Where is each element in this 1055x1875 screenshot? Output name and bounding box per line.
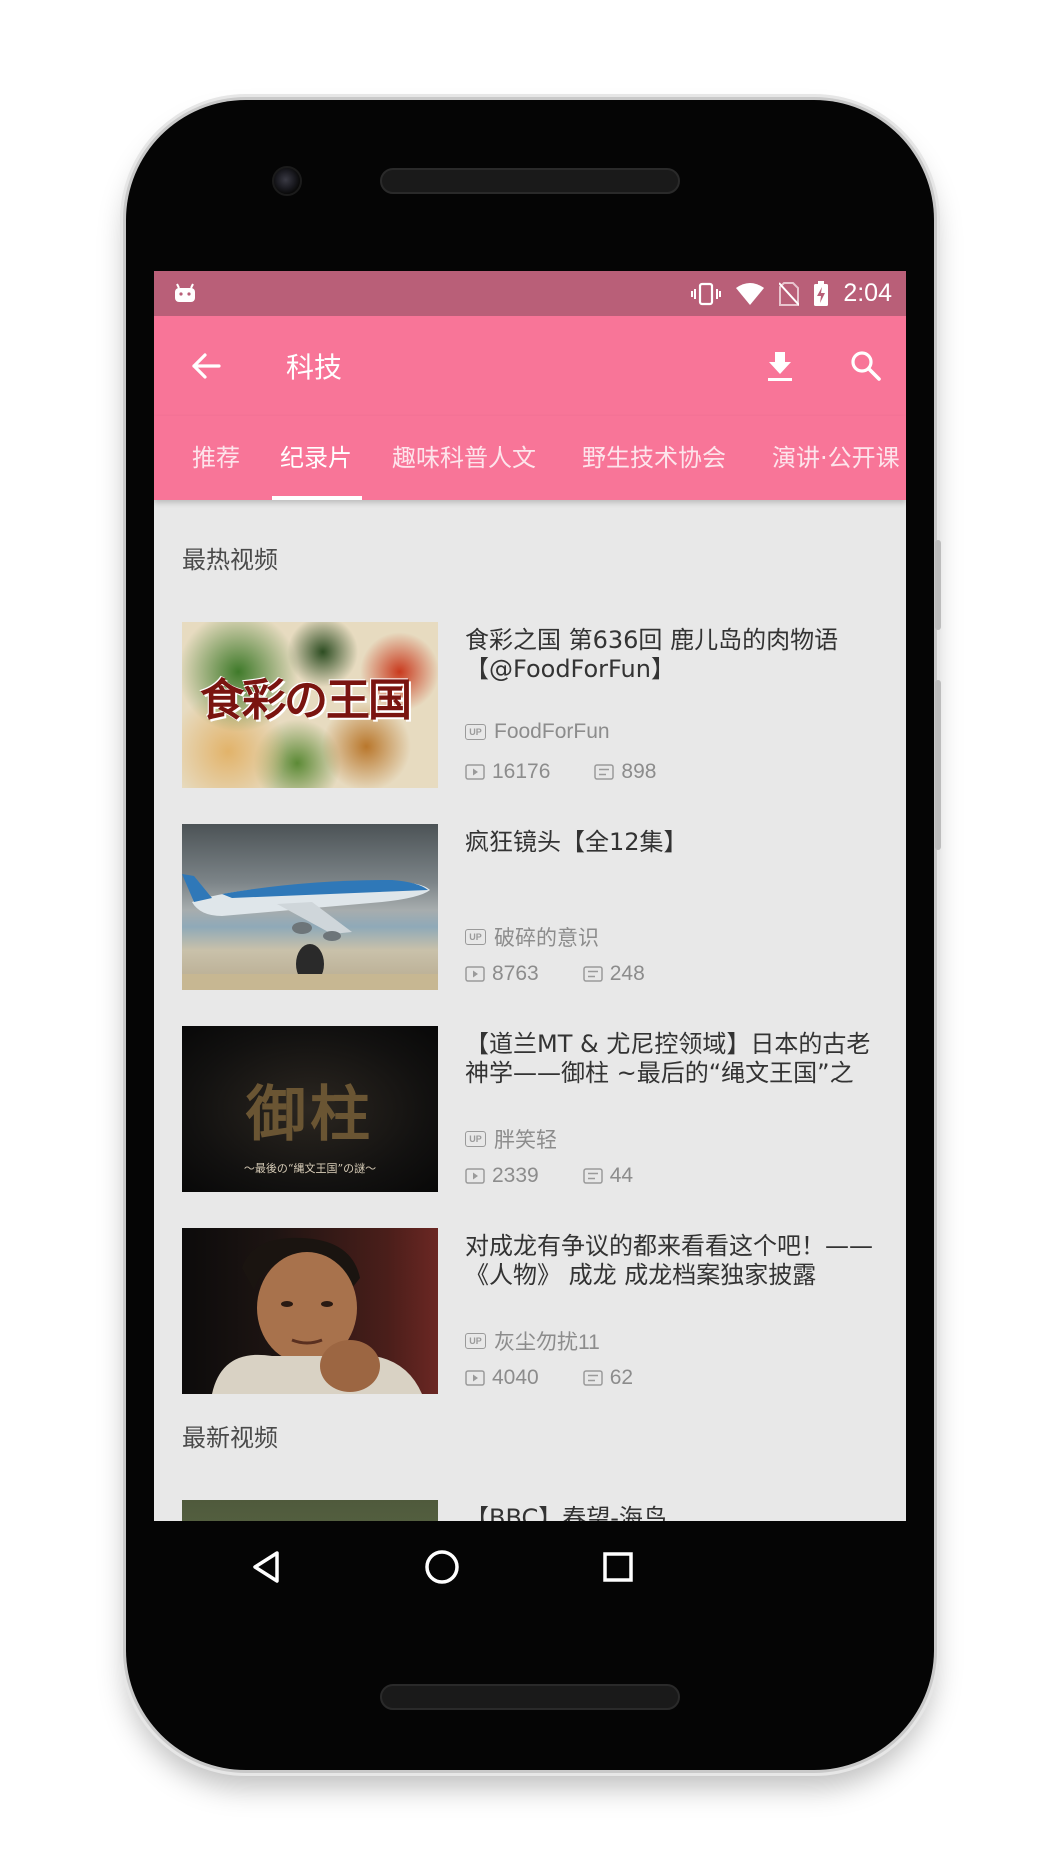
view-count: 4040 [492,1366,539,1389]
section-title-hot: 最热视频 [182,546,278,574]
no-sim-icon [779,281,800,306]
video-feed[interactable]: 最热视频 食彩の王国 食彩之国 第636回 鹿儿岛的肉物语【@FoodForFu… [154,500,906,1521]
thumbnail-title-text: 御柱 [246,1080,374,1150]
video-thumbnail[interactable] [182,1228,438,1394]
status-bar: 2:04 [154,271,906,316]
danmaku-count: 62 [609,1366,634,1389]
video-thumbnail[interactable]: 食彩の王国 [182,622,438,788]
navigation-bar [154,1521,906,1611]
thumbnail-title-text: 食彩の王国 [200,675,412,726]
danmaku-icon [582,966,603,982]
front-camera [272,166,302,196]
danmaku-count: 248 [609,962,645,985]
portrait-image [212,1237,422,1394]
uploader-row: UP FoodForFun [465,720,610,744]
nav-home-icon [425,1550,459,1584]
danmaku-icon [582,1370,603,1386]
battery-charging-icon [814,280,829,306]
page-title: 科技 [286,351,343,384]
nav-back-button[interactable] [236,1537,296,1597]
view-count: 8763 [492,962,539,985]
back-arrow-icon [192,353,221,379]
bottom-speaker [380,1684,680,1710]
video-title[interactable]: 对成龙有争议的都来看看这个吧！——《人物》 成龙 成龙档案独家披露 [465,1232,875,1290]
app-bar: 科技 [154,316,906,416]
search-icon [851,351,881,381]
wifi-icon [736,282,765,305]
thumbnail-subtitle-text: 〜最後の“縄文王国”の謎〜 [243,1162,377,1175]
nav-recents-icon [603,1552,633,1582]
uploader-name[interactable]: FoodForFun [494,720,610,744]
tab-wild-tech[interactable]: 野生技术协会 [582,438,726,473]
tab-documentary[interactable]: 纪录片 [280,438,352,473]
danmaku-count: 44 [609,1164,634,1187]
uploader-name[interactable]: 胖笑轻 [494,1124,557,1154]
volume-button [935,540,941,630]
play-count-icon [465,1168,485,1184]
video-card[interactable]: 疯狂镜头【全12集】 UP 破碎的意识 8763 248 [182,824,882,990]
up-icon: UP [465,1131,486,1147]
section-title-new: 最新视频 [182,1424,278,1452]
top-speaker [380,168,680,194]
uploader-name[interactable]: 破碎的意识 [494,922,599,952]
power-button [935,680,941,850]
vibrate-icon [691,282,722,305]
uploader-name[interactable]: 灰尘勿扰11 [494,1326,600,1356]
airplane-image [182,874,438,990]
uploader-row: UP 破碎的意识 [465,922,599,952]
video-card[interactable]: 【BBC】春望-海鸟 [182,1500,882,1521]
tab-recommended[interactable]: 推荐 [192,438,240,473]
play-count-icon [465,764,485,780]
uploader-row: UP 灰尘勿扰11 [465,1326,600,1356]
video-title[interactable]: 【BBC】春望-海鸟 [465,1504,875,1521]
uploader-row: UP 胖笑轻 [465,1124,557,1154]
download-icon [768,352,792,381]
video-title[interactable]: 食彩之国 第636回 鹿儿岛的肉物语【@FoodForFun】 [465,626,875,684]
video-card[interactable]: 食彩の王国 食彩之国 第636回 鹿儿岛的肉物语【@FoodForFun】 UP… [182,622,882,788]
play-count-icon [465,966,485,982]
video-title[interactable]: 疯狂镜头【全12集】 [465,828,875,857]
download-button[interactable] [754,340,806,392]
up-icon: UP [465,929,486,945]
nav-home-button[interactable] [412,1537,472,1597]
android-icon [175,283,195,302]
nav-back-icon [253,1551,279,1583]
video-title[interactable]: 【道兰MT & 尤尼控领域】日本的古老神学——御柱 ~最后的“绳文王国”之谜~ [465,1030,875,1088]
stats-row: 16176 898 [465,760,692,784]
up-icon: UP [465,1333,486,1349]
video-thumbnail[interactable]: 御柱 〜最後の“縄文王国”の謎〜 [182,1026,438,1192]
video-thumbnail[interactable] [182,1500,438,1521]
stats-row: 2339 44 [465,1164,669,1188]
category-tabs: 推荐 纪录片 趣味科普人文 野生技术协会 演讲·公开课 [154,416,906,500]
video-thumbnail[interactable] [182,824,438,990]
view-count: 16176 [492,760,551,783]
stats-row: 8763 248 [465,962,681,986]
tab-popular-science[interactable]: 趣味科普人文 [392,438,536,473]
danmaku-icon [582,1168,603,1184]
danmaku-count: 898 [621,760,657,783]
stats-row: 4040 62 [465,1366,669,1390]
status-time: 2:04 [843,279,892,307]
tab-lectures[interactable]: 演讲·公开课 [772,438,900,473]
view-count: 2339 [492,1164,539,1187]
up-icon: UP [465,724,486,740]
danmaku-icon [594,764,615,780]
nav-recents-button[interactable] [588,1537,648,1597]
play-count-icon [465,1370,485,1386]
video-card[interactable]: 对成龙有争议的都来看看这个吧！——《人物》 成龙 成龙档案独家披露 UP 灰尘勿… [182,1228,882,1394]
search-button[interactable] [840,340,892,392]
video-card[interactable]: 御柱 〜最後の“縄文王国”の謎〜 【道兰MT & 尤尼控领域】日本的古老神学——… [182,1026,882,1192]
screen: 2:04 科技 推荐 纪录片 趣味科普人文 野生技术协会 演讲·公开课 最热视频… [154,271,906,1521]
back-button[interactable] [180,340,232,392]
